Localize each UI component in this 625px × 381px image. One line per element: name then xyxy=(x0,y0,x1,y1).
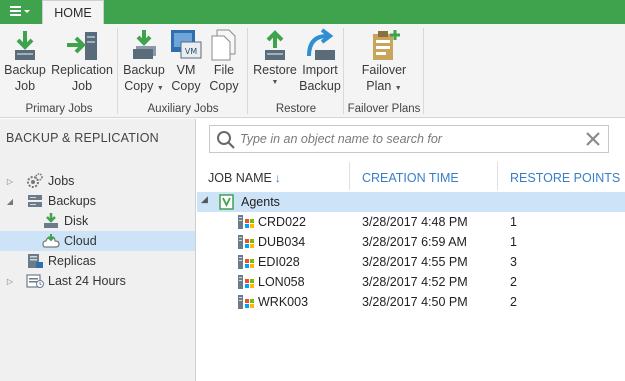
menu-icon xyxy=(9,4,31,21)
nav-item-disk[interactable]: Disk xyxy=(0,211,195,231)
restore-points: 2 xyxy=(510,295,517,309)
clear-search-icon[interactable] xyxy=(584,130,602,148)
windows-agent-icon xyxy=(237,214,255,233)
column-header-creation-time[interactable]: CREATION TIME xyxy=(362,171,459,185)
column-header-job-name[interactable]: JOB NAME ↓ xyxy=(208,171,281,185)
nav-item-cloud[interactable]: Cloud xyxy=(0,231,195,251)
table-row[interactable]: LON058 3/28/2017 4:52 PM 2 xyxy=(197,272,625,292)
sort-descending-icon: ↓ xyxy=(274,171,281,185)
ribbon-group-restore: Restore ▼ Import Backup Restore xyxy=(248,24,344,118)
svg-text:VM: VM xyxy=(185,47,197,56)
vm-copy-button[interactable]: VM VM Copy xyxy=(166,28,206,100)
agents-group-icon xyxy=(219,194,235,213)
gears-icon xyxy=(26,173,44,189)
ribbon: Backup Job Replication Job Primary Jobs … xyxy=(0,24,625,118)
vm-copy-icon: VM xyxy=(169,28,203,62)
table-row[interactable]: CRD022 3/28/2017 4:48 PM 1 xyxy=(197,212,625,232)
grid-header: JOB NAME ↓ CREATION TIME RESTORE POINTS xyxy=(197,160,625,192)
import-backup-icon xyxy=(303,28,337,62)
table-row[interactable]: WRK003 3/28/2017 4:50 PM 2 xyxy=(197,292,625,312)
collapse-arrow-icon[interactable]: ◢ xyxy=(4,197,16,206)
creation-time: 3/28/2017 4:55 PM xyxy=(362,255,468,269)
job-name: EDI028 xyxy=(258,255,300,269)
job-name: LON058 xyxy=(258,275,305,289)
replication-job-icon xyxy=(65,28,99,62)
group-label-primary-jobs: Primary Jobs xyxy=(25,103,93,115)
job-name: DUB034 xyxy=(258,235,306,249)
search-box xyxy=(209,125,609,153)
backup-copy-icon xyxy=(127,28,161,62)
ribbon-group-failover-plans: Failover Plan ▼ Failover Plans xyxy=(344,24,424,118)
nav-pane-title: BACKUP & REPLICATION xyxy=(6,131,159,145)
failover-plan-button[interactable]: Failover Plan ▼ xyxy=(358,28,410,100)
failover-plan-icon xyxy=(367,28,401,62)
group-label-auxiliary-jobs: Auxiliary Jobs xyxy=(147,103,219,115)
column-header-restore-points[interactable]: RESTORE POINTS xyxy=(510,171,620,185)
file-copy-button[interactable]: File Copy xyxy=(206,28,242,100)
replicas-icon xyxy=(26,253,44,269)
windows-agent-icon xyxy=(237,294,255,313)
history-icon xyxy=(26,273,44,289)
cloud-icon xyxy=(42,233,60,249)
windows-agent-icon xyxy=(237,234,255,253)
restore-icon xyxy=(258,28,292,62)
nav-item-jobs[interactable]: ▷ Jobs xyxy=(0,171,195,191)
windows-agent-icon xyxy=(237,254,255,273)
ribbon-tab-bar: HOME xyxy=(0,0,625,24)
restore-points: 1 xyxy=(510,215,517,229)
table-row[interactable]: DUB034 3/28/2017 6:59 AM 1 xyxy=(197,232,625,252)
nav-item-replicas[interactable]: Replicas xyxy=(0,251,195,271)
nav-item-backups[interactable]: ◢ Backups xyxy=(0,191,195,211)
file-copy-icon xyxy=(207,28,241,62)
table-row[interactable]: EDI028 3/28/2017 4:55 PM 3 xyxy=(197,252,625,272)
restore-button[interactable]: Restore ▼ xyxy=(252,28,298,100)
job-name: WRK003 xyxy=(258,295,309,309)
restore-points: 3 xyxy=(510,255,517,269)
nav-item-last-24-hours[interactable]: ▷ Last 24 Hours xyxy=(0,271,195,291)
search-icon xyxy=(216,130,236,150)
windows-agent-icon xyxy=(237,274,255,293)
dropdown-caret-icon: ▼ xyxy=(394,85,402,92)
creation-time: 3/28/2017 4:52 PM xyxy=(362,275,468,289)
backup-job-button[interactable]: Backup Job xyxy=(2,28,48,100)
dropdown-caret-icon: ▼ xyxy=(271,79,279,86)
table-group-row[interactable]: ◢ Agents xyxy=(197,192,625,212)
group-label-restore: Restore xyxy=(275,103,317,115)
backup-job-icon xyxy=(8,28,42,62)
restore-points: 1 xyxy=(510,235,517,249)
creation-time: 3/28/2017 6:59 AM xyxy=(362,235,467,249)
expand-arrow-icon[interactable]: ▷ xyxy=(4,177,16,186)
backup-copy-button[interactable]: Backup Copy ▼ xyxy=(122,28,166,100)
jobs-grid: JOB NAME ↓ CREATION TIME RESTORE POINTS ◢… xyxy=(197,160,625,381)
navigation-pane: BACKUP & REPLICATION ▷ Jobs ◢ Backups Di… xyxy=(0,119,196,381)
import-backup-button[interactable]: Import Backup xyxy=(298,28,342,100)
job-name: CRD022 xyxy=(258,215,306,229)
search-input[interactable] xyxy=(240,129,570,149)
expand-arrow-icon[interactable]: ▷ xyxy=(4,277,16,286)
restore-points: 2 xyxy=(510,275,517,289)
app-menu-button[interactable] xyxy=(0,0,40,24)
disk-icon xyxy=(42,213,60,229)
ribbon-group-primary-jobs: Backup Job Replication Job Primary Jobs xyxy=(0,24,118,118)
tab-home[interactable]: HOME xyxy=(42,0,104,24)
ribbon-group-auxiliary-jobs: Backup Copy ▼ VM VM Copy File Copy Auxil… xyxy=(118,24,248,118)
collapse-arrow-icon[interactable]: ◢ xyxy=(201,194,208,205)
replication-job-button[interactable]: Replication Job xyxy=(50,28,114,100)
creation-time: 3/28/2017 4:50 PM xyxy=(362,295,468,309)
creation-time: 3/28/2017 4:48 PM xyxy=(362,215,468,229)
dropdown-caret-icon: ▼ xyxy=(156,85,164,92)
group-label-failover-plans: Failover Plans xyxy=(347,103,421,115)
backups-icon xyxy=(26,193,44,209)
